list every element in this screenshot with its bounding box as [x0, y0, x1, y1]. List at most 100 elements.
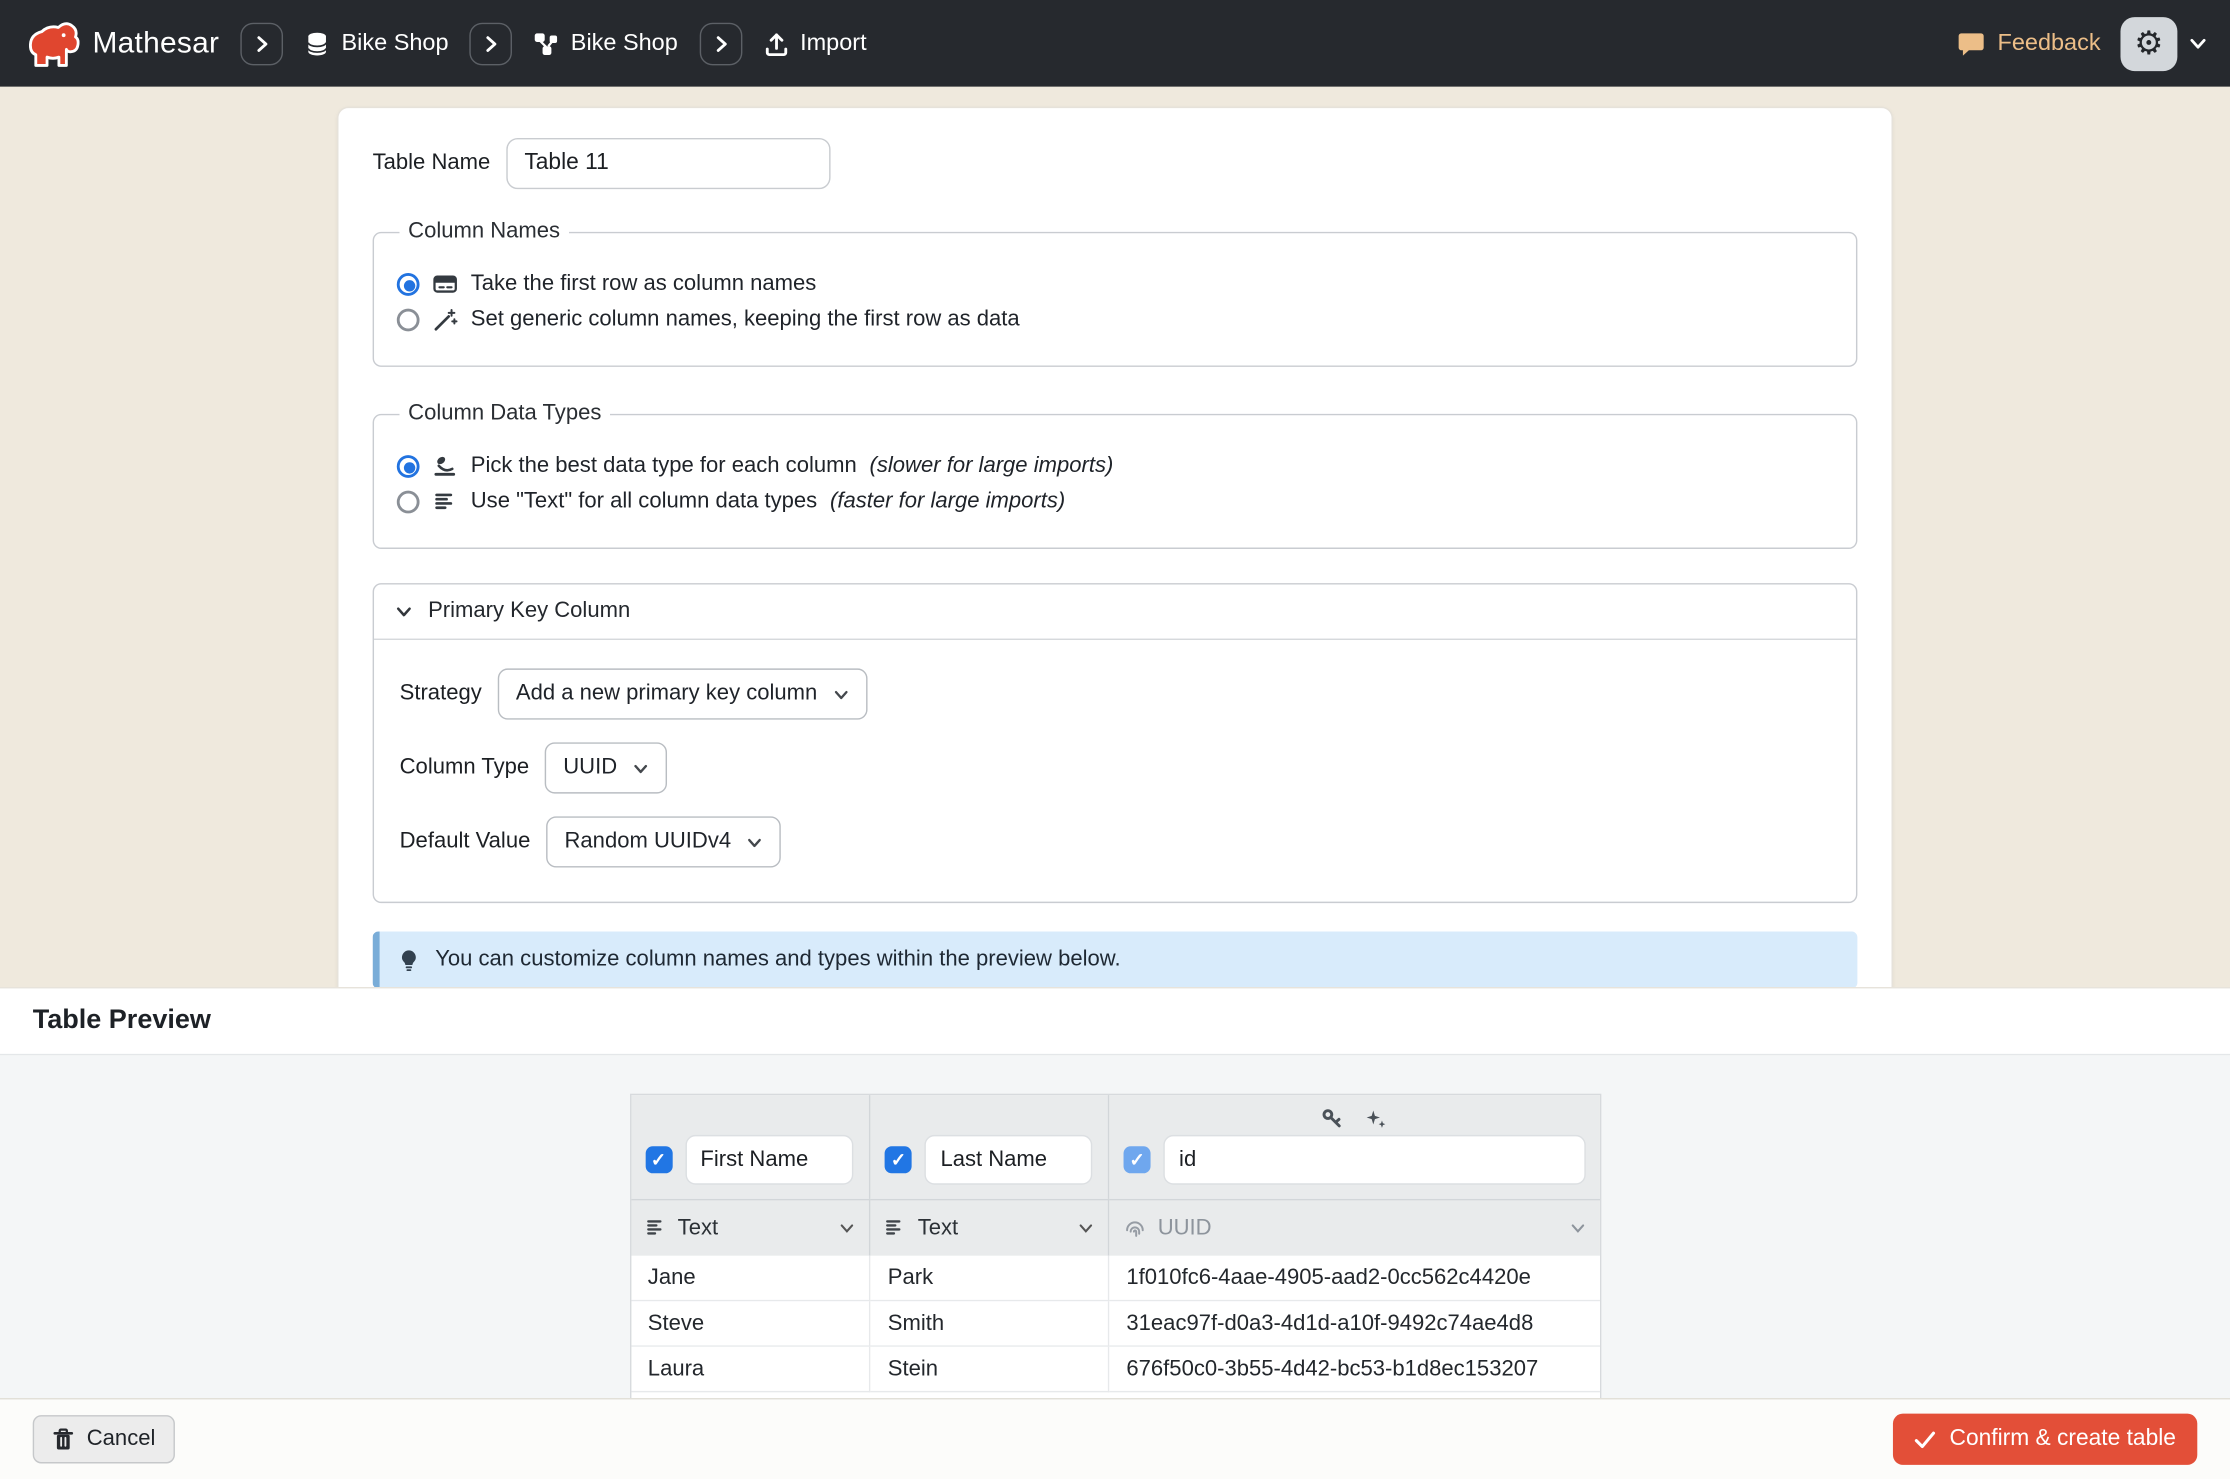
- preview-table: ✓ ✓: [629, 1094, 1600, 1398]
- default-value-row: Default Value Random UUIDv4: [400, 816, 1831, 867]
- type-select-id: UUID: [1109, 1199, 1599, 1256]
- cell: 31eac97f-d0a3-4d1d-a10f-9492c74ae4d8: [1109, 1301, 1599, 1347]
- text-lines-icon: [432, 489, 458, 515]
- column-name-input[interactable]: [925, 1135, 1093, 1185]
- strategy-row: Strategy Add a new primary key column: [400, 668, 1831, 719]
- default-value-select-value: Random UUIDv4: [564, 829, 731, 855]
- trash-icon: [53, 1428, 74, 1451]
- database-icon: [305, 31, 331, 57]
- lightbulb-icon: [398, 948, 419, 972]
- radio-unselected[interactable]: [397, 491, 420, 514]
- cell: Park: [871, 1256, 1110, 1302]
- table-row: Laura Stein 676f50c0-3b55-4d42-bc53-b1d8…: [631, 1347, 1600, 1393]
- settings-menu-button[interactable]: ⚙: [2120, 16, 2207, 70]
- check-icon: [1914, 1430, 1935, 1448]
- text-type-icon: [885, 1217, 906, 1238]
- radio-first-row-as-names[interactable]: Take the first row as column names: [397, 272, 1833, 298]
- brand-name: Mathesar: [92, 26, 219, 60]
- radio-pick-best-type[interactable]: Pick the best data type for each column …: [397, 454, 1833, 480]
- chevron-down-icon: [1078, 1220, 1094, 1236]
- info-banner-text: You can customize column names and types…: [435, 947, 1120, 973]
- strategy-label: Strategy: [400, 681, 482, 707]
- default-value-label: Default Value: [400, 829, 531, 855]
- action-bar: Cancel Confirm & create table: [0, 1398, 2230, 1479]
- breadcrumb-schema[interactable]: Bike Shop: [534, 30, 678, 57]
- column-type-row: Column Type UUID: [400, 742, 1831, 793]
- primary-key-collapsible-header[interactable]: Primary Key Column: [374, 585, 1856, 640]
- radio-note: (slower for large imports): [870, 454, 1114, 480]
- column-data-types-fieldset: Column Data Types Pick the best data typ…: [373, 401, 1858, 549]
- radio-selected[interactable]: [397, 273, 420, 296]
- confirm-label: Confirm & create table: [1950, 1426, 2176, 1452]
- column-data-types-legend: Column Data Types: [400, 401, 610, 427]
- cell: Stein: [871, 1347, 1110, 1393]
- brand[interactable]: Mathesar: [23, 15, 219, 72]
- breadcrumb-import-label: Import: [800, 30, 867, 57]
- feedback-label: Feedback: [1998, 30, 2101, 57]
- cell: 676f50c0-3b55-4d42-bc53-b1d8ec153207: [1109, 1347, 1599, 1393]
- type-select-value: Text: [678, 1215, 718, 1241]
- radio-unselected[interactable]: [397, 309, 420, 332]
- primary-key-content: Strategy Add a new primary key column Co…: [374, 640, 1856, 902]
- cell: Smith: [871, 1301, 1110, 1347]
- confirm-create-table-button[interactable]: Confirm & create table: [1893, 1414, 2198, 1465]
- text-type-icon: [645, 1217, 666, 1238]
- preview-type-row: Text Text: [631, 1199, 1600, 1256]
- magic-wand-icon: [432, 307, 458, 333]
- breadcrumb-database-label: Bike Shop: [342, 30, 449, 57]
- column-name-input[interactable]: [685, 1135, 853, 1185]
- type-select-first-name[interactable]: Text: [631, 1199, 871, 1256]
- column-name-input[interactable]: [1163, 1135, 1585, 1185]
- mathesar-logo-icon: [23, 15, 80, 72]
- chevron-down-icon: [2189, 34, 2207, 52]
- cell: Jane: [631, 1256, 871, 1302]
- column-checkbox[interactable]: ✓: [645, 1146, 672, 1173]
- pk-column-checkbox: ✓: [1124, 1146, 1151, 1173]
- type-select-last-name[interactable]: Text: [871, 1199, 1110, 1256]
- default-value-select[interactable]: Random UUIDv4: [546, 816, 781, 867]
- breadcrumb-database[interactable]: Bike Shop: [305, 30, 449, 57]
- breadcrumb-switcher-button[interactable]: [241, 22, 284, 65]
- breadcrumb-switcher-button[interactable]: [470, 22, 513, 65]
- detect-type-icon: [432, 454, 458, 480]
- primary-key-section: Primary Key Column Strategy Add a new pr…: [373, 583, 1858, 903]
- gear-button[interactable]: ⚙: [2120, 16, 2177, 70]
- import-settings-page: Table Name Column Names Take the first r…: [0, 87, 2230, 987]
- cancel-label: Cancel: [87, 1426, 156, 1452]
- strategy-select[interactable]: Add a new primary key column: [497, 668, 867, 719]
- schema-icon: [534, 31, 560, 57]
- sparkles-icon: [1366, 1107, 1387, 1128]
- feedback-bubble-icon: [1956, 29, 1984, 57]
- primary-key-title: Primary Key Column: [428, 599, 630, 625]
- navbar: Mathesar Bike Shop: [0, 0, 2230, 87]
- feedback-button[interactable]: Feedback: [1956, 29, 2100, 57]
- column-checkbox[interactable]: ✓: [885, 1146, 912, 1173]
- type-select-value: Text: [918, 1215, 958, 1241]
- table-name-label: Table Name: [373, 151, 491, 177]
- breadcrumb-import[interactable]: Import: [763, 30, 866, 57]
- radio-generic-names[interactable]: Set generic column names, keeping the fi…: [397, 307, 1833, 333]
- table-preview-header: Table Preview: [0, 987, 2230, 1055]
- type-select-value: UUID: [1158, 1215, 1212, 1241]
- table-name-input[interactable]: [506, 138, 830, 189]
- info-banner: You can customize column names and types…: [373, 932, 1858, 989]
- app-root: Mathesar Bike Shop: [0, 0, 2230, 1479]
- breadcrumb-switcher-button[interactable]: [699, 22, 742, 65]
- radio-selected[interactable]: [397, 455, 420, 478]
- table-preview-title: Table Preview: [33, 1005, 211, 1036]
- column-header-id: ✓: [1109, 1095, 1599, 1199]
- radio-label: Use "Text" for all column data types: [471, 489, 817, 515]
- column-type-select-value: UUID: [563, 755, 617, 781]
- radio-label: Set generic column names, keeping the fi…: [471, 307, 1020, 333]
- column-type-select[interactable]: UUID: [545, 742, 667, 793]
- breadcrumb-schema-label: Bike Shop: [571, 30, 678, 57]
- table-row: Jane Park 1f010fc6-4aae-4905-aad2-0cc562…: [631, 1256, 1600, 1302]
- column-header-first-name: ✓: [631, 1095, 871, 1199]
- chevron-down-icon: [394, 602, 414, 622]
- strategy-select-value: Add a new primary key column: [516, 681, 817, 707]
- cancel-button[interactable]: Cancel: [33, 1415, 176, 1463]
- column-type-label: Column Type: [400, 755, 529, 781]
- radio-all-text[interactable]: Use "Text" for all column data types (fa…: [397, 489, 1833, 515]
- radio-label: Take the first row as column names: [471, 272, 817, 298]
- column-header-last-name: ✓: [871, 1095, 1110, 1199]
